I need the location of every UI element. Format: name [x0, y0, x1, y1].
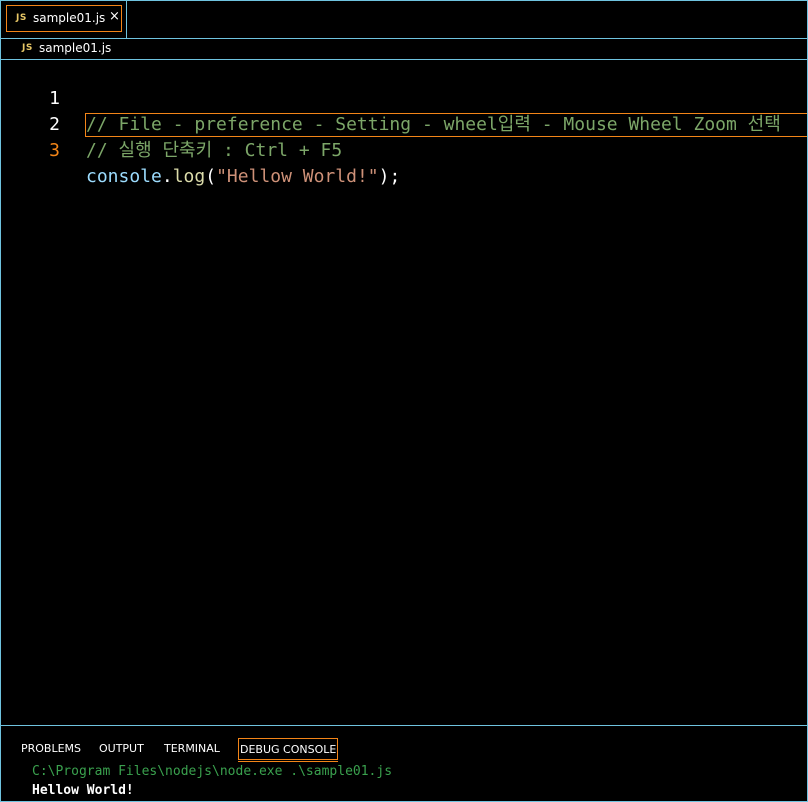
bottom-panel: PROBLEMS OUTPUT TERMINAL DEBUG CONSOLE C… [1, 725, 807, 802]
code-open-paren: ( [205, 166, 217, 187]
code-method: log [172, 166, 206, 187]
editor-tab-bar: JS sample01.js × [1, 1, 807, 39]
tab-debug-console[interactable]: DEBUG CONSOLE [238, 738, 339, 762]
tab-focus-outline: JS sample01.js × [6, 5, 122, 32]
tab-terminal[interactable]: TERMINAL [164, 738, 220, 760]
console-output-line: Hellow World! [32, 783, 134, 798]
line-number-active: 3 [49, 140, 60, 161]
breadcrumb: JS sample01.js [1, 39, 807, 60]
console-command-line: C:\Program Files\nodejs\node.exe .\sampl… [32, 764, 393, 779]
tab-label: sample01.js [33, 11, 106, 25]
code-close-paren: ); [378, 166, 401, 187]
javascript-file-icon: JS [16, 13, 27, 23]
code-line-active: 3 console.log("Hellow World!"); [1, 112, 807, 187]
code-line: 1 // File - preference - Setting - wheel… [1, 60, 807, 135]
tab-sample01-js[interactable]: JS sample01.js × [1, 1, 127, 38]
code-object: console [86, 166, 162, 187]
code-comment: // 실행 단축키 : Ctrl + F5 [86, 140, 343, 161]
close-icon[interactable]: × [109, 9, 120, 24]
breadcrumb-file[interactable]: sample01.js [39, 41, 111, 55]
vscode-window: JS sample01.js × JS sample01.js 1 // Fil… [0, 0, 808, 802]
code-line: 2 // 실행 단축키 : Ctrl + F5 [1, 86, 807, 161]
tab-output[interactable]: OUTPUT [99, 738, 144, 760]
code-string: "Hellow World!" [216, 166, 379, 187]
code-statement: console.log("Hellow World!"); [86, 164, 400, 190]
code-editor[interactable]: 1 // File - preference - Setting - wheel… [1, 60, 807, 725]
javascript-file-icon: JS [22, 43, 33, 53]
tab-problems[interactable]: PROBLEMS [21, 738, 81, 760]
code-dot: . [161, 166, 173, 187]
